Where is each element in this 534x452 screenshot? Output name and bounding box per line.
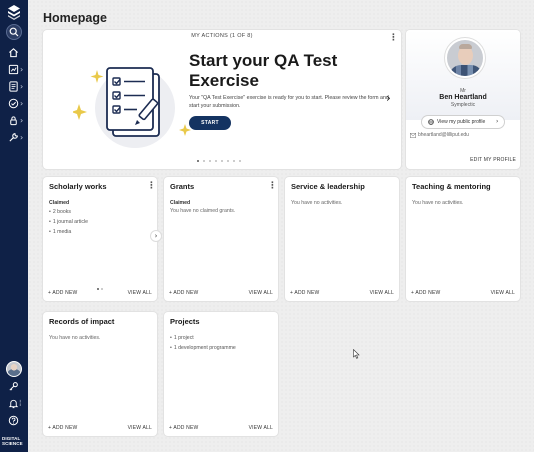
nav-admin[interactable] xyxy=(0,380,28,394)
service-leadership-card: Service & leadership You have no activit… xyxy=(285,177,399,301)
claimed-heading: Claimed xyxy=(49,200,70,206)
page-title: Homepage xyxy=(43,11,107,25)
summary-list: 1 project 1 development programme xyxy=(170,334,236,354)
scholarly-works-card: Scholarly works ⋮ Claimed 2 books 1 jour… xyxy=(43,177,161,301)
profile-organisation: Symplectic xyxy=(450,102,476,108)
card-title: Scholarly works xyxy=(49,182,107,191)
sidebar: › › › › › ¦ DIGITAL SCIENCE xyxy=(0,0,28,452)
brand-wordmark: DIGITAL SCIENCE xyxy=(2,436,23,446)
nav-list[interactable]: › xyxy=(0,80,28,94)
nav-reports[interactable]: › xyxy=(0,63,28,77)
profile-photo xyxy=(445,38,485,78)
view-all-link[interactable]: VIEW ALL xyxy=(128,425,152,431)
carousel-dot[interactable] xyxy=(197,160,199,162)
carousel-dot[interactable] xyxy=(233,160,235,162)
home-icon xyxy=(9,48,18,58)
list-item[interactable]: 1 journal article xyxy=(49,218,88,228)
mouse-cursor-icon xyxy=(353,349,360,359)
add-new-button[interactable]: + ADD NEW xyxy=(48,425,77,431)
summary-list: 2 books 1 journal article 1 media xyxy=(49,208,88,237)
empty-state-text: You have no activities. xyxy=(291,200,343,206)
edit-profile-link[interactable]: EDIT MY PROFILE xyxy=(466,157,516,163)
profile-card: Mr Ben Heartland Symplectic View my publ… xyxy=(406,30,520,169)
teaching-mentoring-card: Teaching & mentoring You have no activit… xyxy=(406,177,520,301)
carousel-dot[interactable] xyxy=(215,160,217,162)
view-all-link[interactable]: VIEW ALL xyxy=(249,425,273,431)
chevron-right-icon: › xyxy=(20,65,24,74)
add-new-button[interactable]: + ADD NEW xyxy=(169,290,198,296)
card-title: Grants xyxy=(170,182,195,191)
projects-card: Projects 1 project 1 development program… xyxy=(164,312,278,436)
more-options-icon[interactable]: ⋮ xyxy=(147,181,156,191)
view-public-profile-button[interactable]: View my public profile › xyxy=(422,116,504,128)
add-new-button[interactable]: + ADD NEW xyxy=(411,290,440,296)
search-button[interactable] xyxy=(6,24,22,40)
list-item[interactable]: 1 development programme xyxy=(170,344,236,354)
add-new-button[interactable]: + ADD NEW xyxy=(48,290,77,296)
list-item[interactable]: 2 books xyxy=(49,208,88,218)
carousel-dot[interactable] xyxy=(209,160,211,162)
nav-notifications[interactable]: ¦ xyxy=(0,397,28,411)
carousel-dot[interactable] xyxy=(203,160,205,162)
nav-home[interactable] xyxy=(0,46,28,60)
more-options-icon[interactable]: ⋮ xyxy=(268,181,277,191)
nav-access[interactable]: › xyxy=(0,114,28,128)
key-icon xyxy=(9,382,18,391)
wrench-icon xyxy=(9,133,18,142)
search-icon xyxy=(9,27,19,37)
more-options-icon[interactable]: ⋮ xyxy=(389,33,398,43)
chevron-right-icon: › xyxy=(20,133,24,142)
card-title: Teaching & mentoring xyxy=(412,182,491,191)
view-all-link[interactable]: VIEW ALL xyxy=(370,290,394,296)
carousel-dot[interactable] xyxy=(227,160,229,162)
user-avatar[interactable] xyxy=(6,361,22,377)
next-panel-arrow-icon[interactable]: › xyxy=(151,231,161,241)
chevron-right-icon: › xyxy=(496,118,499,125)
help-icon xyxy=(8,415,19,426)
email-icon xyxy=(410,133,416,138)
chevron-right-icon: › xyxy=(20,116,24,125)
claimed-heading: Claimed xyxy=(170,200,191,206)
reports-icon xyxy=(8,64,19,75)
grants-card: Grants ⋮ Claimed You have no claimed gra… xyxy=(164,177,278,301)
view-all-link[interactable]: VIEW ALL xyxy=(128,290,152,296)
list-item[interactable]: 1 media xyxy=(49,228,88,238)
chevron-right-icon: › xyxy=(20,82,24,91)
list-item[interactable]: 1 project xyxy=(170,334,236,344)
view-all-link[interactable]: VIEW ALL xyxy=(491,290,515,296)
records-of-impact-card: Records of impact You have no activities… xyxy=(43,312,157,436)
check-circle-icon xyxy=(8,98,19,109)
profile-email[interactable]: bheartland@lilliput.edu xyxy=(418,132,469,138)
empty-state-text: You have no activities. xyxy=(49,335,101,341)
nav-tasks[interactable]: › xyxy=(0,97,28,111)
globe-icon xyxy=(428,119,434,125)
bell-icon xyxy=(8,399,19,409)
checklist-illustration xyxy=(73,67,191,148)
add-new-button[interactable]: + ADD NEW xyxy=(169,425,198,431)
notification-indicator: ¦ xyxy=(19,399,22,407)
profile-name: Ben Heartland xyxy=(439,94,487,101)
card-title: Projects xyxy=(170,317,200,326)
empty-state-text: You have no activities. xyxy=(412,200,464,206)
empty-state-text: You have no claimed grants. xyxy=(170,208,236,214)
nav-tools[interactable]: › xyxy=(0,131,28,145)
card-title: Service & leadership xyxy=(291,182,365,191)
view-all-link[interactable]: VIEW ALL xyxy=(249,290,273,296)
list-icon xyxy=(9,81,18,92)
actions-counter: MY ACTIONS (1 OF 8) xyxy=(191,33,253,39)
next-action-arrow-icon[interactable]: › xyxy=(386,91,398,105)
view-public-profile-label: View my public profile xyxy=(437,119,486,125)
my-actions-card: MY ACTIONS (1 OF 8) ⋮ Start your QA Test… xyxy=(43,30,401,169)
chevron-right-icon: › xyxy=(20,99,24,108)
action-description: Your "QA Test Exercise" exercise is read… xyxy=(189,95,389,109)
lock-icon xyxy=(10,116,17,126)
carousel-dot[interactable] xyxy=(239,160,241,162)
add-new-button[interactable]: + ADD NEW xyxy=(290,290,319,296)
nav-help[interactable] xyxy=(0,414,28,428)
action-title: Start your QA Test Exercise xyxy=(189,51,338,90)
card-title: Records of impact xyxy=(49,317,115,326)
carousel-dot[interactable] xyxy=(221,160,223,162)
start-button[interactable]: START xyxy=(189,116,231,130)
app-logo-icon[interactable] xyxy=(6,4,22,20)
